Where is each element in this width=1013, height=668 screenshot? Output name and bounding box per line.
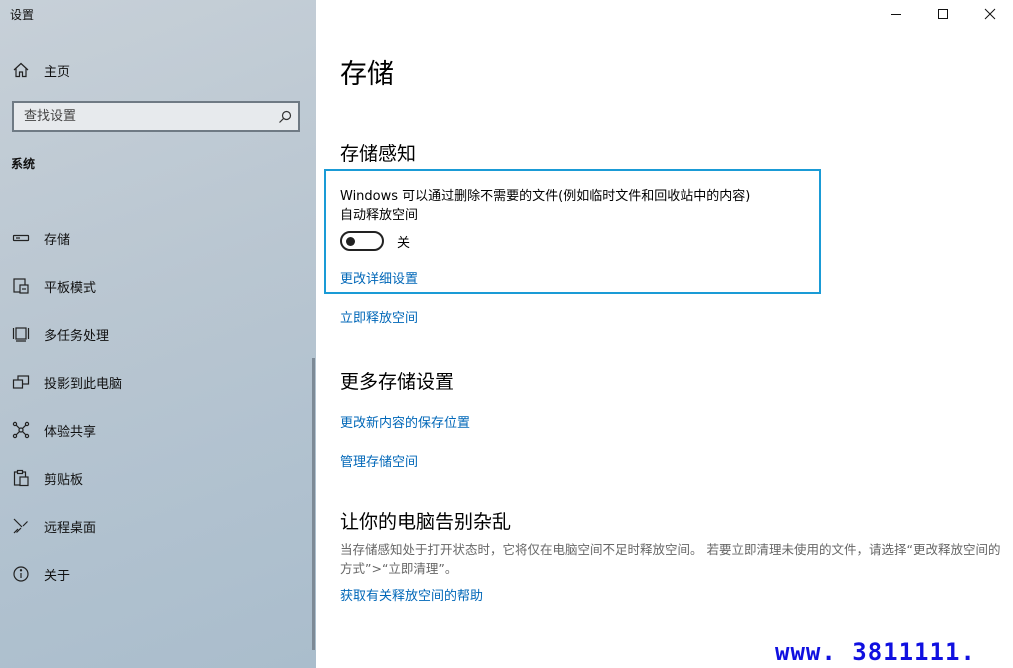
sidebar-item-clipboard[interactable]: 剪贴板: [0, 454, 316, 502]
sidebar-item-multitasking[interactable]: 多任务处理: [0, 310, 316, 358]
change-save-location-link[interactable]: 更改新内容的保存位置: [340, 412, 470, 431]
search-icon[interactable]: [272, 110, 298, 124]
manage-storage-spaces-link[interactable]: 管理存储空间: [340, 451, 418, 470]
sidebar-item-label: 主页: [44, 64, 71, 80]
share-icon: [11, 420, 31, 440]
multitasking-icon: [11, 324, 31, 344]
search-box[interactable]: [12, 101, 300, 132]
close-icon: [984, 8, 995, 20]
change-settings-link[interactable]: 更改详细设置: [340, 268, 418, 287]
sidebar-item-about[interactable]: 关于: [0, 550, 316, 598]
project-icon: [11, 372, 31, 392]
sidebar-item-label: 平板模式: [44, 280, 97, 296]
window-controls: [872, 0, 1013, 28]
storage-sense-description-line2: 自动释放空间: [340, 208, 419, 223]
declutter-info-text: 当存储感知处于打开状态时，它将仅在电脑空间不足时释放空间。 若要立即清理未使用的…: [340, 542, 1001, 576]
minimize-button[interactable]: [872, 0, 919, 28]
minimize-icon: [890, 14, 901, 15]
sidebar-item-project[interactable]: 投影到此电脑: [0, 358, 316, 406]
page-title: 存储: [340, 59, 394, 90]
remote-desktop-icon: [11, 516, 31, 536]
more-storage-settings-heading: 更多存储设置: [340, 371, 455, 393]
storage-sense-heading: 存储感知: [340, 143, 417, 165]
section-label-system: 系统: [11, 157, 36, 171]
home-icon: [11, 60, 31, 80]
search-input[interactable]: [14, 103, 272, 130]
close-button[interactable]: [966, 0, 1013, 28]
sidebar-item-label: 关于: [44, 568, 71, 584]
help-link[interactable]: 获取有关释放空间的帮助: [340, 585, 483, 604]
storage-sense-toggle[interactable]: [340, 231, 384, 251]
sidebar-item-remote-desktop[interactable]: 远程桌面: [0, 502, 316, 550]
sidebar-item-shared-experiences[interactable]: 体验共享: [0, 406, 316, 454]
sidebar-item-storage[interactable]: 存储: [0, 214, 316, 262]
maximize-icon: [937, 9, 948, 19]
storage-sense-description: Windows 可以通过删除不需要的文件(例如临时文件和回收站中的内容): [340, 189, 751, 204]
sidebar-item-tablet-mode[interactable]: 平板模式: [0, 262, 316, 310]
sidebar-item-label: 剪贴板: [44, 472, 84, 488]
toggle-knob: [346, 237, 355, 246]
sidebar-item-label: 投影到此电脑: [44, 376, 123, 392]
storage-sense-toggle-row: 关: [340, 231, 410, 251]
app-title: 设置: [10, 8, 35, 22]
maximize-button[interactable]: [919, 0, 966, 28]
free-space-now-link[interactable]: 立即释放空间: [340, 307, 418, 326]
sidebar-nav: 存储 平板模式 多任务处理 投影到此电脑 体验共享 剪贴板 远程桌面 关于: [0, 214, 316, 598]
sidebar-item-label: 体验共享: [44, 424, 97, 440]
sidebar: 设置 主页 系统 存储: [0, 0, 316, 668]
sidebar-scrollbar[interactable]: [312, 358, 315, 650]
toggle-state-label: 关: [397, 235, 411, 251]
clipboard-icon: [11, 468, 31, 488]
info-icon: [11, 564, 31, 584]
sidebar-item-label: 多任务处理: [44, 328, 110, 344]
main-content: 存储 存储感知 Windows 可以通过删除不需要的文件(例如临时文件和回收站中…: [316, 0, 1013, 668]
declutter-heading: 让你的电脑告别杂乱: [340, 511, 512, 533]
sidebar-item-home[interactable]: 主页: [0, 56, 316, 84]
tablet-mode-icon: [11, 276, 31, 296]
sidebar-item-label: 存储: [44, 232, 71, 248]
storage-icon: [11, 228, 31, 248]
watermark: www. 3811111. com: [775, 638, 976, 668]
sidebar-item-label: 远程桌面: [44, 520, 97, 536]
